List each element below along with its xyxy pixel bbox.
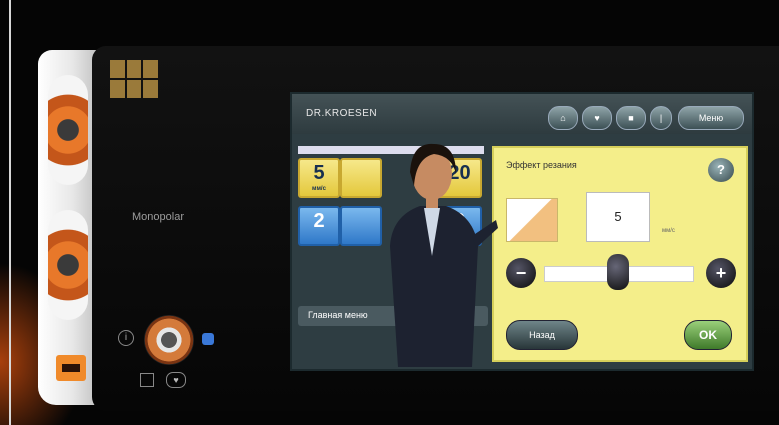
presenter-figure (390, 143, 498, 367)
lock-icon: ■ (628, 113, 634, 123)
heart-icon: ♥ (594, 113, 600, 123)
electrode-port-bottom (48, 210, 88, 320)
effect-unit: мм/с (662, 228, 675, 234)
cutting-effect-image (506, 198, 558, 242)
tile-mode[interactable]: 2 (298, 206, 340, 246)
tile-unit: мм/с (312, 186, 326, 192)
usb-port (56, 355, 86, 381)
electrode-port-top (48, 75, 88, 185)
heart-icon: ♥ (166, 372, 186, 388)
ok-button[interactable]: OK (684, 320, 732, 350)
screen-header: DR.KROESEN ⌂ ♥ ■ | Меню (292, 94, 752, 134)
tile-value: 5 (313, 162, 325, 184)
increase-button[interactable]: + (706, 258, 736, 288)
effect-slider-thumb[interactable] (607, 254, 629, 290)
info-icon[interactable]: i (118, 330, 134, 346)
panel-title: Эффект резания (506, 160, 577, 170)
main-menu-label: Главная меню (308, 310, 368, 320)
pin-icon: | (659, 113, 663, 123)
monopolar-label: Monopolar (132, 211, 184, 223)
left-divider (9, 0, 11, 425)
tile-speed[interactable]: 5 мм/с (298, 158, 340, 198)
power-knob[interactable] (144, 315, 194, 365)
pin-button[interactable]: | (650, 106, 672, 130)
screen-title: DR.KROESEN (306, 108, 378, 119)
home-button[interactable]: ⌂ (548, 106, 578, 130)
cutting-effect-panel: Эффект резания ? 5 мм/с − + Назад OK (492, 146, 748, 362)
decrease-button[interactable]: − (506, 258, 536, 288)
effect-value-display: 5 (586, 192, 650, 242)
lock-button[interactable]: ■ (616, 106, 646, 130)
square-icon (140, 373, 154, 387)
back-button[interactable]: Назад (506, 320, 578, 350)
touch-screen: DR.KROESEN ⌂ ♥ ■ | Меню 5 мм/с 120 2 50 … (290, 92, 754, 371)
menu-button[interactable]: Меню (678, 106, 744, 130)
bluetooth-icon (202, 333, 214, 345)
brand-logo (110, 60, 158, 98)
help-button[interactable]: ? (708, 158, 734, 182)
favorites-button[interactable]: ♥ (582, 106, 612, 130)
home-icon: ⌂ (560, 113, 566, 123)
device-side-panel (38, 50, 100, 405)
tile-value: 2 (313, 210, 325, 232)
